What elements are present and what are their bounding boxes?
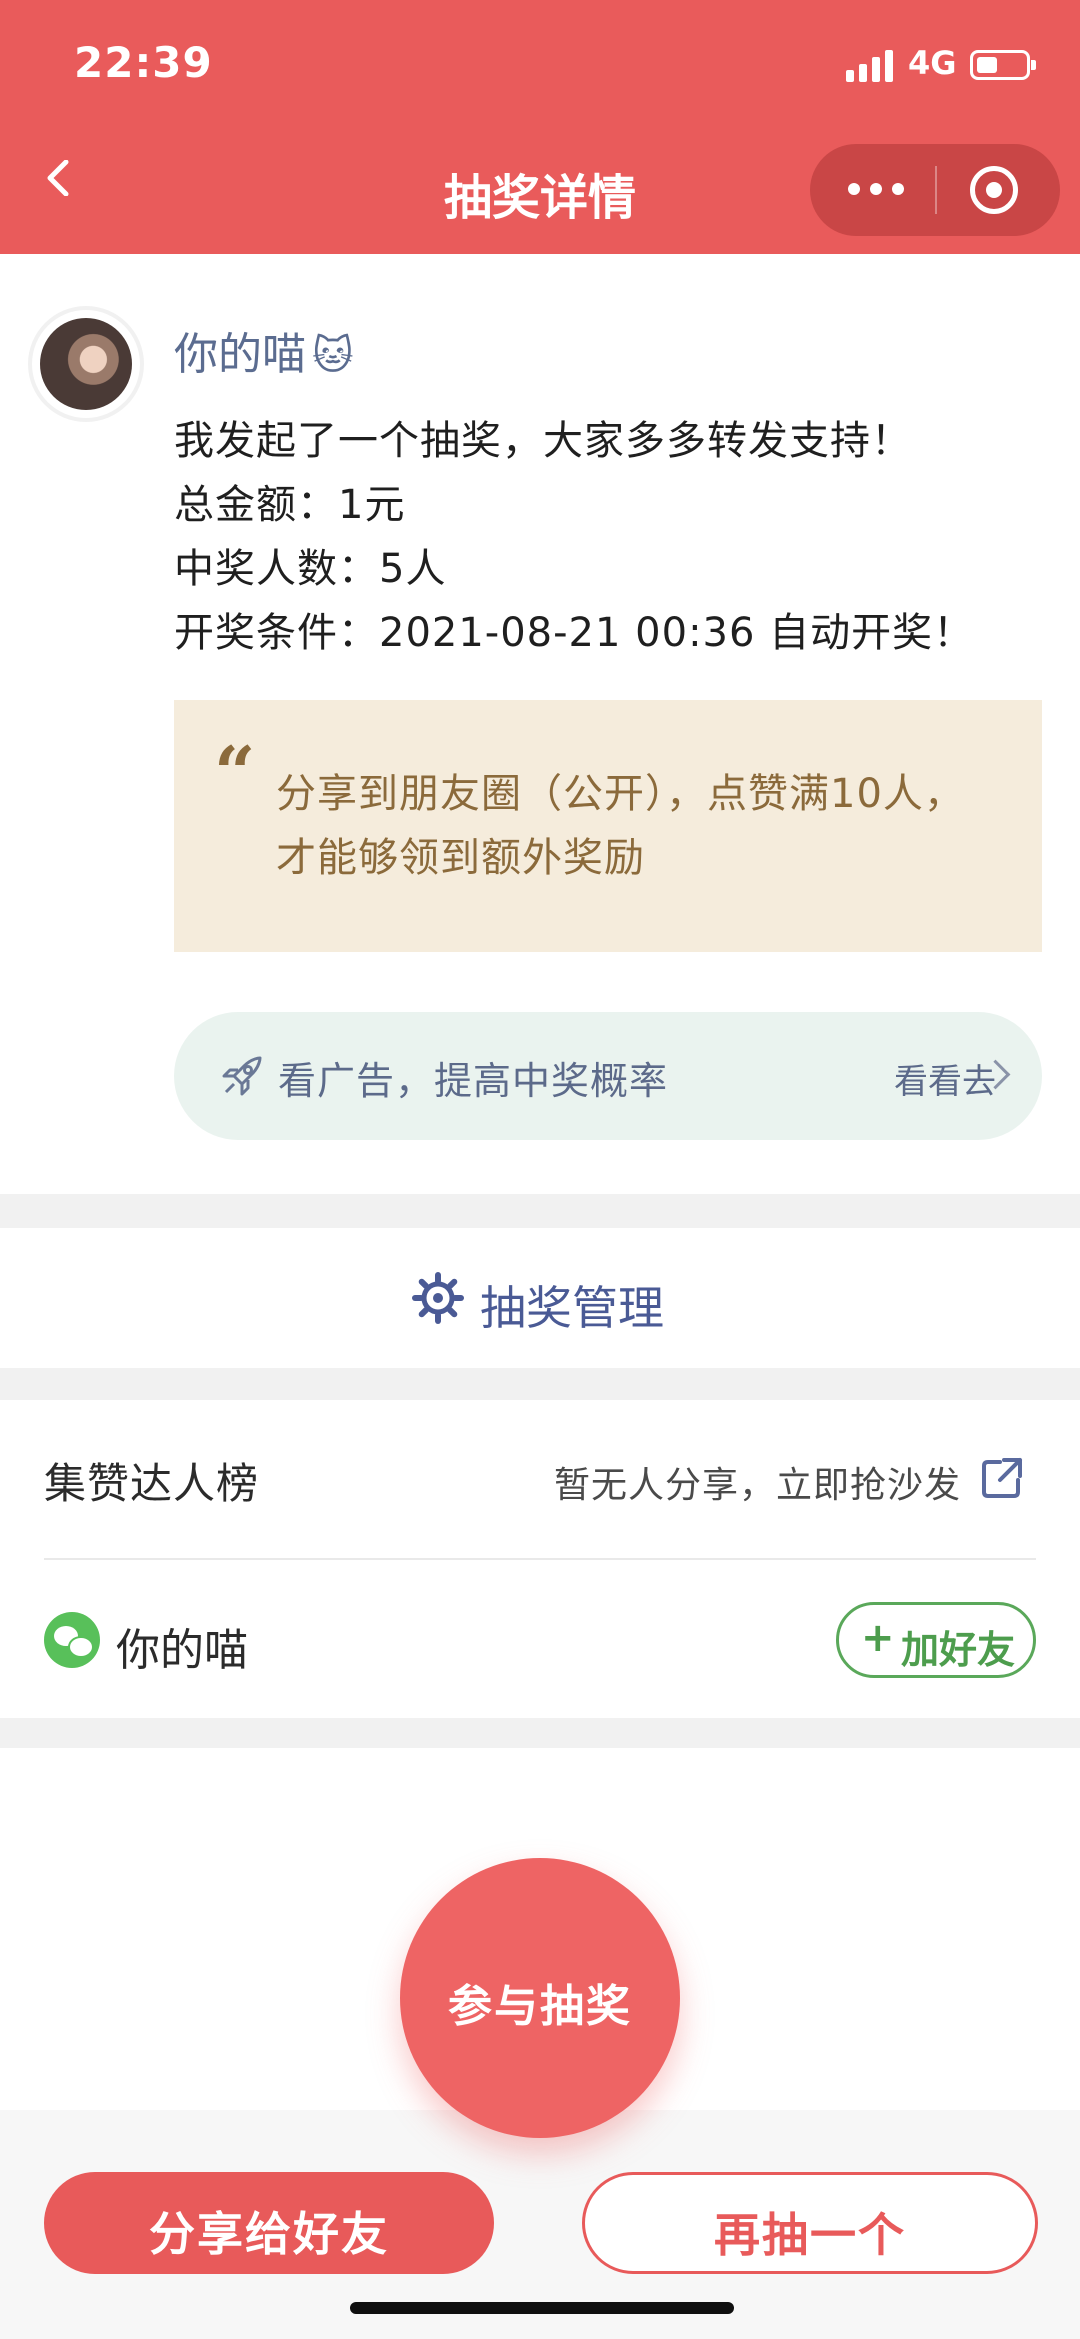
author-name-text: 你的喵 <box>174 329 306 380</box>
watch-ad-banner[interactable]: 看广告，提高中奖概率 看看去 <box>174 1012 1042 1140</box>
quote-box: “ 分享到朋友圈（公开），点赞满10人，才能够领到额外奖励 <box>174 700 1042 952</box>
avatar[interactable] <box>32 310 140 418</box>
ranking-member-name: 你的喵 <box>116 1625 248 1676</box>
section-gap <box>0 1718 1080 1748</box>
capsule-divider <box>935 166 937 214</box>
status-time: 22:39 <box>74 38 213 87</box>
more-icon[interactable] <box>848 174 908 204</box>
post-line-condition: 开奖条件：2021-08-21 00:36 自动开奖！ <box>174 610 975 656</box>
post-line-winners: 中奖人数：5人 <box>174 546 447 592</box>
quote-text: 分享到朋友圈（公开），点赞满10人，才能够领到额外奖励 <box>276 771 965 881</box>
ad-text: 看广告，提高中奖概率 <box>278 1059 669 1103</box>
lottery-manage-button[interactable]: 抽奖管理 <box>0 1228 1080 1368</box>
share-to-friends-label: 分享给好友 <box>149 2207 389 2261</box>
signal-icon <box>846 48 898 82</box>
quote-mark: “ <box>214 730 256 815</box>
join-lottery-label: 参与抽奖 <box>448 1981 632 2032</box>
share-external-icon[interactable] <box>980 1456 1024 1500</box>
ranking-share-note[interactable]: 暂无人分享，立即抢沙发 <box>554 1456 961 1508</box>
draw-again-button[interactable]: 再抽一个 <box>582 2172 1038 2274</box>
post-line-intro: 我发起了一个抽奖，大家多多转发支持！ <box>174 418 912 464</box>
author-name[interactable]: 你的喵 🐱 <box>174 318 354 382</box>
network-type: 4G <box>908 44 957 82</box>
lottery-manage-label: 抽奖管理 <box>480 1281 664 1335</box>
plus-icon: + <box>861 1615 895 1661</box>
ad-link[interactable]: 看看去 <box>894 1054 996 1103</box>
wechat-icon <box>44 1612 100 1668</box>
ranking-title: 集赞达人榜 <box>44 1459 260 1508</box>
post-line-amount: 总金额：1元 <box>174 482 406 528</box>
home-indicator[interactable] <box>350 2302 734 2314</box>
ranking-divider <box>44 1558 1036 1560</box>
gear-icon <box>412 1272 464 1324</box>
share-to-friends-button[interactable]: 分享给好友 <box>44 2172 494 2274</box>
battery-icon <box>970 50 1036 80</box>
join-lottery-button[interactable]: 参与抽奖 <box>400 1858 680 2138</box>
draw-again-label: 再抽一个 <box>714 2208 906 2262</box>
section-gap <box>0 1368 1080 1400</box>
miniprogram-capsule <box>810 144 1060 236</box>
close-miniprogram-icon[interactable] <box>970 166 1018 214</box>
rocket-icon <box>222 1056 262 1096</box>
add-friend-button[interactable]: + 加好友 <box>836 1602 1036 1678</box>
cat-emoji: 🐱 <box>312 333 354 379</box>
section-gap <box>0 1194 1080 1228</box>
add-friend-label: 加好友 <box>901 1628 1016 1672</box>
